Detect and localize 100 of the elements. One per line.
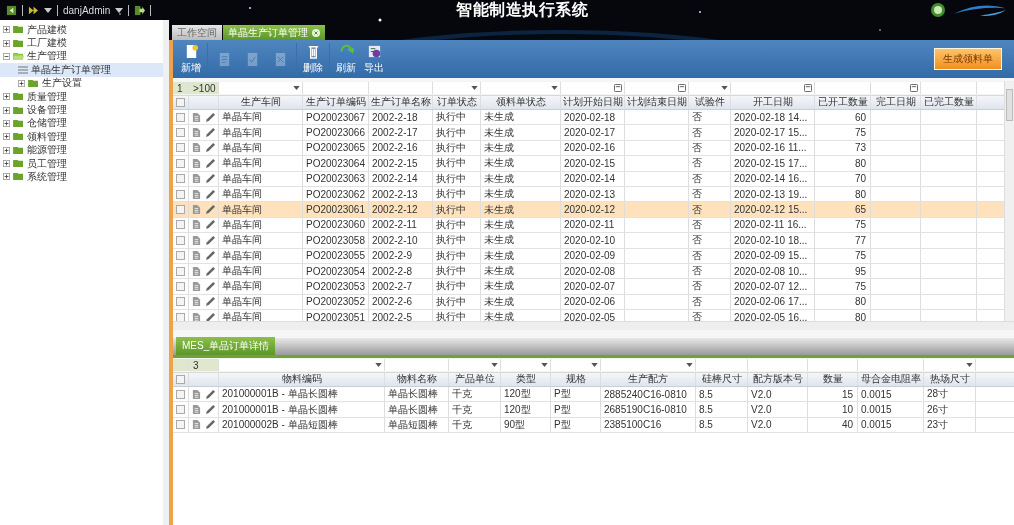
- column-header[interactable]: 类型: [501, 372, 551, 386]
- filter-field[interactable]: [625, 82, 689, 94]
- filter-field[interactable]: [433, 82, 481, 94]
- toolbar-button[interactable]: 导出: [360, 42, 388, 76]
- tree-item[interactable]: 员工管理: [0, 156, 163, 171]
- checkbox[interactable]: [176, 205, 185, 215]
- filter-field[interactable]: [731, 82, 815, 94]
- document-icon[interactable]: [192, 128, 201, 138]
- filter-field[interactable]: [977, 82, 1004, 94]
- filter-field[interactable]: [551, 359, 601, 371]
- calendar-icon[interactable]: [678, 84, 686, 92]
- document-icon[interactable]: [192, 235, 201, 245]
- column-header[interactable]: 硅棒尺寸: [696, 372, 748, 386]
- document-icon[interactable]: [192, 389, 201, 399]
- dropdown-icon[interactable]: [721, 86, 728, 90]
- document-icon[interactable]: [192, 220, 201, 230]
- document-icon[interactable]: [192, 112, 201, 122]
- table-row[interactable]: 单晶车间 PO20023054 2002-2-8 执行中 未生成 2020-02-08 否 2020-02-08 10... 95: [173, 263, 1004, 280]
- back-icon[interactable]: [6, 4, 17, 16]
- table-row[interactable]: 单晶车间 PO20023063 2002-2-14 执行中 未生成 2020-02-14 否 2020-02-14 16... 70: [173, 171, 1004, 187]
- filter-field[interactable]: [449, 359, 501, 371]
- column-header[interactable]: 生产订单名称: [369, 95, 433, 109]
- logout-icon[interactable]: [134, 4, 146, 16]
- filter-field[interactable]: [871, 82, 921, 94]
- caret-icon[interactable]: [115, 7, 124, 13]
- filter-field[interactable]: [924, 359, 976, 371]
- dropdown-icon[interactable]: [966, 363, 973, 367]
- dropdown-icon[interactable]: [491, 363, 498, 367]
- checkbox[interactable]: [176, 97, 185, 107]
- table-row[interactable]: 单晶车间 PO20023067 2002-2-18 执行中 未生成 2020-02-18 否 2020-02-18 14... 60: [173, 110, 1004, 126]
- toolbar-button[interactable]: 新增: [177, 42, 205, 76]
- column-header[interactable]: 生产车间: [219, 95, 303, 109]
- column-header[interactable]: 物料编码: [219, 372, 385, 386]
- document-icon[interactable]: [192, 266, 201, 276]
- document-icon[interactable]: [192, 420, 201, 430]
- toolbar-button[interactable]: 删除: [299, 42, 327, 76]
- filter-field[interactable]: [815, 82, 871, 94]
- table-row[interactable]: 201000002B - 单晶短圆棒 单晶短圆棒 千克 90型 P型 2385100C16 8.5 V2.0 40 0.0015 23寸: [173, 417, 1014, 434]
- dropdown-icon[interactable]: [686, 363, 693, 367]
- table-row[interactable]: 单晶车间 PO20023052 2002-2-6 执行中 未生成 2020-02-06 否 2020-02-06 17... 80: [173, 294, 1004, 311]
- table-row[interactable]: 201000001B - 单晶长圆棒 单晶长圆棒 千克 120型 P型 2885240C16-0810 8.5 V2.0 15 0.0015 28寸: [173, 387, 1014, 403]
- document-icon[interactable]: [192, 312, 201, 321]
- tree-item[interactable]: 产品建模: [0, 23, 163, 37]
- column-header[interactable]: 计划开始日期: [561, 95, 625, 109]
- column-header[interactable]: 已完工数量: [921, 95, 977, 109]
- column-header[interactable]: 物料名称: [385, 372, 449, 386]
- table-row[interactable]: 201000001B - 单晶长圆棒 单晶长圆棒 千克 120型 P型 2685190C16-0810 8.5 V2.0 10 0.0015 26寸: [173, 402, 1014, 418]
- table-row[interactable]: 单晶车间 PO20023053 2002-2-7 执行中 未生成 2020-02-07 否 2020-02-07 12... 75: [173, 279, 1004, 295]
- dropdown-icon[interactable]: [375, 363, 382, 367]
- filter-field[interactable]: [561, 82, 625, 94]
- checkbox[interactable]: [176, 266, 185, 276]
- dropdown-icon[interactable]: [591, 363, 598, 367]
- expander-icon[interactable]: [3, 160, 10, 168]
- checkbox[interactable]: [176, 420, 185, 430]
- dropdown-icon[interactable]: [551, 86, 558, 90]
- expander-icon[interactable]: [3, 39, 10, 47]
- expander-icon[interactable]: [18, 79, 25, 87]
- checkbox[interactable]: [176, 220, 185, 230]
- checkbox[interactable]: [176, 143, 185, 153]
- checkbox[interactable]: [176, 112, 185, 122]
- filter-field[interactable]: [303, 82, 369, 94]
- column-header[interactable]: 生产订单编码: [303, 95, 369, 109]
- filter-field[interactable]: [748, 359, 808, 371]
- expander-icon[interactable]: [3, 173, 10, 181]
- tree-item[interactable]: 领料管理: [0, 130, 163, 144]
- tree-item[interactable]: 生产管理: [0, 49, 163, 64]
- checkbox[interactable]: [176, 174, 185, 184]
- checkbox[interactable]: [176, 235, 185, 245]
- tree-item[interactable]: 质量管理: [0, 89, 163, 104]
- close-icon[interactable]: [312, 28, 320, 37]
- count-filter[interactable]: >100: [189, 82, 219, 94]
- dropdown-icon[interactable]: [541, 363, 548, 367]
- table-row[interactable]: 单晶车间 PO20023066 2002-2-17 执行中 未生成 2020-02-17 否 2020-02-17 15... 75: [173, 125, 1004, 141]
- column-header[interactable]: 母合金电阻率: [858, 372, 924, 386]
- table-row[interactable]: 单晶车间 PO20023061 2002-2-12 执行中 未生成 2020-02-12 否 2020-02-12 15... 65: [173, 202, 1004, 218]
- tree-item[interactable]: 系统管理: [0, 170, 163, 184]
- tree-item[interactable]: 工厂建模: [0, 36, 163, 50]
- document-icon[interactable]: [192, 251, 201, 261]
- filter-field[interactable]: [858, 359, 924, 371]
- table-row[interactable]: 单晶车间 PO20023055 2002-2-9 执行中 未生成 2020-02-09 否 2020-02-09 15... 75: [173, 248, 1004, 264]
- calendar-icon[interactable]: [614, 84, 622, 92]
- document-icon[interactable]: [192, 143, 201, 153]
- document-icon[interactable]: [192, 297, 201, 307]
- checkbox[interactable]: [176, 405, 185, 415]
- document-icon[interactable]: [192, 205, 201, 215]
- generate-button[interactable]: 生成领料单: [934, 48, 1002, 70]
- column-header[interactable]: 配方版本号: [748, 372, 808, 386]
- scrollbar[interactable]: [173, 321, 1014, 330]
- tree-item[interactable]: 单晶生产订单管理: [0, 63, 163, 77]
- table-row[interactable]: 单晶车间 PO20023060 2002-2-11 执行中 未生成 2020-02-11 否 2020-02-11 16... 75: [173, 217, 1004, 234]
- column-header[interactable]: 完工日期: [871, 95, 921, 109]
- checkbox[interactable]: [176, 282, 185, 291]
- filter-field[interactable]: [689, 82, 731, 94]
- filter-field[interactable]: [696, 359, 748, 371]
- checkbox[interactable]: [176, 374, 185, 384]
- column-header[interactable]: 生产配方: [601, 372, 696, 386]
- filter-field[interactable]: [921, 82, 977, 94]
- tree-item[interactable]: 设备管理: [0, 103, 163, 117]
- column-header[interactable]: 数量: [808, 372, 858, 386]
- document-icon[interactable]: [192, 158, 201, 168]
